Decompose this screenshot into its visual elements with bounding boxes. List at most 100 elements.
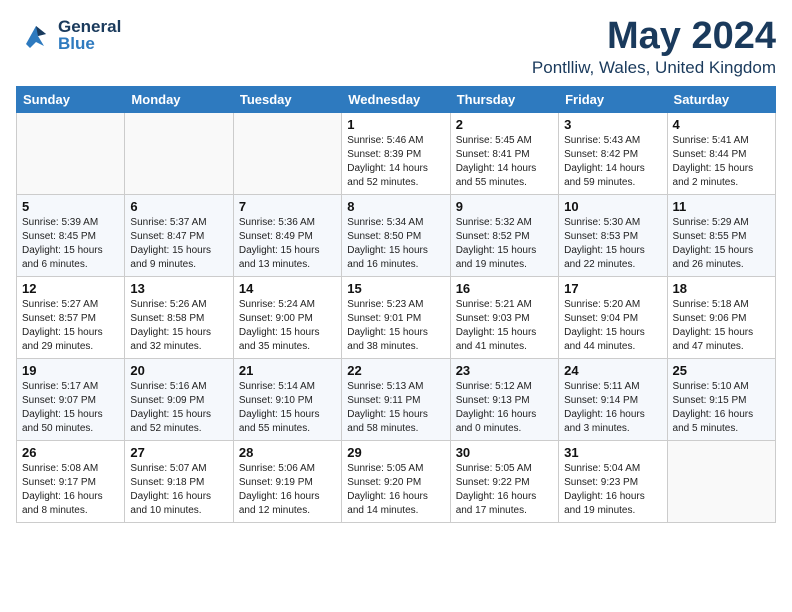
day-info: Sunrise: 5:27 AM Sunset: 8:57 PM Dayligh… (22, 298, 119, 354)
day-info: Sunrise: 5:16 AM Sunset: 9:09 PM Dayligh… (130, 380, 227, 436)
day-number: 29 (347, 445, 444, 460)
calendar-cell: 8 Sunrise: 5:34 AM Sunset: 8:50 PM Daylig… (342, 194, 450, 276)
title-block: May 2024 Pontlliw, Wales, United Kingdom (532, 16, 776, 78)
calendar-cell: 26Sunrise: 5:08 AM Sunset: 9:17 PM Dayli… (17, 440, 125, 522)
calendar-cell (17, 112, 125, 194)
day-number: 8 (347, 199, 444, 214)
day-number: 17 (564, 281, 661, 296)
header-day-saturday: Saturday (667, 86, 775, 112)
day-number: 1 (347, 117, 444, 132)
calendar-cell: 9 Sunrise: 5:32 AM Sunset: 8:52 PM Daylig… (450, 194, 558, 276)
header-day-thursday: Thursday (450, 86, 558, 112)
week-row-5: 26Sunrise: 5:08 AM Sunset: 9:17 PM Dayli… (17, 440, 776, 522)
calendar-cell: 13 Sunrise: 5:26 AM Sunset: 8:58 PM Dayli… (125, 276, 233, 358)
day-number: 4 (673, 117, 770, 132)
calendar-cell: 10Sunrise: 5:30 AM Sunset: 8:53 PM Dayli… (559, 194, 667, 276)
day-number: 9 (456, 199, 553, 214)
calendar-cell: 18 Sunrise: 5:18 AM Sunset: 9:06 PM Dayli… (667, 276, 775, 358)
day-info: Sunrise: 5:13 AM Sunset: 9:11 PM Dayligh… (347, 380, 444, 436)
day-number: 28 (239, 445, 336, 460)
logo-blue: Blue (58, 35, 121, 52)
header-day-sunday: Sunday (17, 86, 125, 112)
day-number: 15 (347, 281, 444, 296)
day-number: 25 (673, 363, 770, 378)
calendar-cell (667, 440, 775, 522)
day-number: 6 (130, 199, 227, 214)
day-info: Sunrise: 5:17 AM Sunset: 9:07 PM Dayligh… (22, 380, 119, 436)
calendar-cell (125, 112, 233, 194)
day-info: Sunrise: 5:04 AM Sunset: 9:23 PM Dayligh… (564, 462, 661, 518)
calendar-cell: 20 Sunrise: 5:16 AM Sunset: 9:09 PM Dayli… (125, 358, 233, 440)
day-info: Sunrise: 5:05 AM Sunset: 9:22 PM Dayligh… (456, 462, 553, 518)
calendar-cell: 29 Sunrise: 5:05 AM Sunset: 9:20 PM Dayli… (342, 440, 450, 522)
header-row: SundayMondayTuesdayWednesdayThursdayFrid… (17, 86, 776, 112)
day-info: Sunrise: 5:21 AM Sunset: 9:03 PM Dayligh… (456, 298, 553, 354)
day-info: Sunrise: 5:43 AM Sunset: 8:42 PM Dayligh… (564, 134, 661, 190)
day-info: Sunrise: 5:32 AM Sunset: 8:52 PM Dayligh… (456, 216, 553, 272)
calendar-cell: 12Sunrise: 5:27 AM Sunset: 8:57 PM Dayli… (17, 276, 125, 358)
day-info: Sunrise: 5:39 AM Sunset: 8:45 PM Dayligh… (22, 216, 119, 272)
calendar-cell: 16Sunrise: 5:21 AM Sunset: 9:03 PM Dayli… (450, 276, 558, 358)
day-number: 5 (22, 199, 119, 214)
day-number: 2 (456, 117, 553, 132)
day-info: Sunrise: 5:46 AM Sunset: 8:39 PM Dayligh… (347, 134, 444, 190)
day-number: 21 (239, 363, 336, 378)
day-number: 23 (456, 363, 553, 378)
day-info: Sunrise: 5:36 AM Sunset: 8:49 PM Dayligh… (239, 216, 336, 272)
calendar-header: SundayMondayTuesdayWednesdayThursdayFrid… (17, 86, 776, 112)
day-info: Sunrise: 5:41 AM Sunset: 8:44 PM Dayligh… (673, 134, 770, 190)
logo-general: General (58, 18, 121, 35)
day-info: Sunrise: 5:23 AM Sunset: 9:01 PM Dayligh… (347, 298, 444, 354)
day-number: 30 (456, 445, 553, 460)
day-info: Sunrise: 5:05 AM Sunset: 9:20 PM Dayligh… (347, 462, 444, 518)
day-info: Sunrise: 5:30 AM Sunset: 8:53 PM Dayligh… (564, 216, 661, 272)
page-header: General Blue May 2024 Pontlliw, Wales, U… (16, 16, 776, 78)
day-number: 13 (130, 281, 227, 296)
day-info: Sunrise: 5:24 AM Sunset: 9:00 PM Dayligh… (239, 298, 336, 354)
calendar-cell: 7 Sunrise: 5:36 AM Sunset: 8:49 PM Daylig… (233, 194, 341, 276)
calendar-cell: 15 Sunrise: 5:23 AM Sunset: 9:01 PM Dayli… (342, 276, 450, 358)
calendar-cell: 27Sunrise: 5:07 AM Sunset: 9:18 PM Dayli… (125, 440, 233, 522)
day-info: Sunrise: 5:37 AM Sunset: 8:47 PM Dayligh… (130, 216, 227, 272)
day-info: Sunrise: 5:07 AM Sunset: 9:18 PM Dayligh… (130, 462, 227, 518)
week-row-1: 1 Sunrise: 5:46 AM Sunset: 8:39 PM Daylig… (17, 112, 776, 194)
subtitle: Pontlliw, Wales, United Kingdom (532, 58, 776, 78)
day-info: Sunrise: 5:14 AM Sunset: 9:10 PM Dayligh… (239, 380, 336, 436)
main-title: May 2024 (532, 16, 776, 58)
calendar-body: 1 Sunrise: 5:46 AM Sunset: 8:39 PM Daylig… (17, 112, 776, 522)
week-row-3: 12Sunrise: 5:27 AM Sunset: 8:57 PM Dayli… (17, 276, 776, 358)
week-row-2: 5 Sunrise: 5:39 AM Sunset: 8:45 PM Daylig… (17, 194, 776, 276)
header-day-tuesday: Tuesday (233, 86, 341, 112)
day-info: Sunrise: 5:10 AM Sunset: 9:15 PM Dayligh… (673, 380, 770, 436)
day-info: Sunrise: 5:11 AM Sunset: 9:14 PM Dayligh… (564, 380, 661, 436)
day-number: 24 (564, 363, 661, 378)
logo: General Blue (16, 16, 121, 54)
calendar-cell: 31 Sunrise: 5:04 AM Sunset: 9:23 PM Dayli… (559, 440, 667, 522)
day-info: Sunrise: 5:06 AM Sunset: 9:19 PM Dayligh… (239, 462, 336, 518)
calendar-cell: 22 Sunrise: 5:13 AM Sunset: 9:11 PM Dayli… (342, 358, 450, 440)
day-number: 7 (239, 199, 336, 214)
day-number: 26 (22, 445, 119, 460)
day-number: 3 (564, 117, 661, 132)
calendar-cell: 30 Sunrise: 5:05 AM Sunset: 9:22 PM Dayli… (450, 440, 558, 522)
week-row-4: 19Sunrise: 5:17 AM Sunset: 9:07 PM Dayli… (17, 358, 776, 440)
logo-bird-icon (16, 16, 54, 54)
day-number: 11 (673, 199, 770, 214)
calendar-cell: 28 Sunrise: 5:06 AM Sunset: 9:19 PM Dayli… (233, 440, 341, 522)
calendar-table: SundayMondayTuesdayWednesdayThursdayFrid… (16, 86, 776, 523)
day-number: 22 (347, 363, 444, 378)
calendar-cell: 19Sunrise: 5:17 AM Sunset: 9:07 PM Dayli… (17, 358, 125, 440)
calendar-cell: 17Sunrise: 5:20 AM Sunset: 9:04 PM Dayli… (559, 276, 667, 358)
calendar-cell: 2Sunrise: 5:45 AM Sunset: 8:41 PM Daylig… (450, 112, 558, 194)
day-info: Sunrise: 5:26 AM Sunset: 8:58 PM Dayligh… (130, 298, 227, 354)
day-number: 20 (130, 363, 227, 378)
calendar-cell: 11Sunrise: 5:29 AM Sunset: 8:55 PM Dayli… (667, 194, 775, 276)
day-info: Sunrise: 5:34 AM Sunset: 8:50 PM Dayligh… (347, 216, 444, 272)
day-number: 18 (673, 281, 770, 296)
header-day-wednesday: Wednesday (342, 86, 450, 112)
day-info: Sunrise: 5:18 AM Sunset: 9:06 PM Dayligh… (673, 298, 770, 354)
calendar-cell (233, 112, 341, 194)
calendar-cell: 6 Sunrise: 5:37 AM Sunset: 8:47 PM Daylig… (125, 194, 233, 276)
day-number: 31 (564, 445, 661, 460)
day-info: Sunrise: 5:12 AM Sunset: 9:13 PM Dayligh… (456, 380, 553, 436)
